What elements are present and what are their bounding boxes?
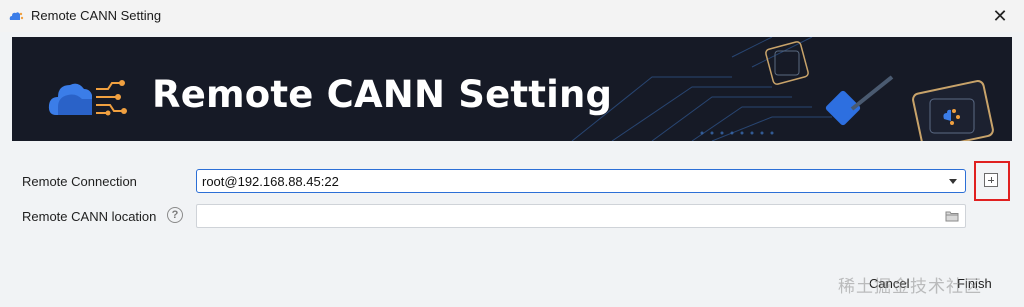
remote-connection-select[interactable]: root@192.168.88.45:22 bbox=[196, 169, 966, 193]
cann-logo-icon bbox=[48, 80, 127, 116]
close-button[interactable]: ✕ bbox=[984, 0, 1016, 32]
cann-cloud-icon bbox=[9, 12, 24, 20]
add-connection-icon[interactable] bbox=[984, 173, 998, 187]
watermark: 稀土掘金技术社区 bbox=[838, 277, 982, 296]
help-icon[interactable]: ? bbox=[167, 207, 183, 223]
remote-cann-location-field[interactable] bbox=[196, 204, 966, 228]
remote-connection-value: root@192.168.88.45:22 bbox=[202, 174, 339, 189]
header-banner: Remote CANN Setting bbox=[12, 37, 1012, 141]
banner-title: Remote CANN Setting bbox=[152, 73, 613, 116]
remote-cann-location-label: Remote CANN location bbox=[22, 209, 157, 224]
title-bar: Remote CANN Setting ✕ bbox=[0, 0, 1024, 32]
folder-icon[interactable] bbox=[945, 210, 959, 222]
close-icon: ✕ bbox=[992, 5, 1008, 26]
chevron-down-icon[interactable] bbox=[949, 179, 957, 184]
window-title: Remote CANN Setting bbox=[31, 8, 162, 23]
remote-connection-label: Remote Connection bbox=[22, 174, 137, 189]
